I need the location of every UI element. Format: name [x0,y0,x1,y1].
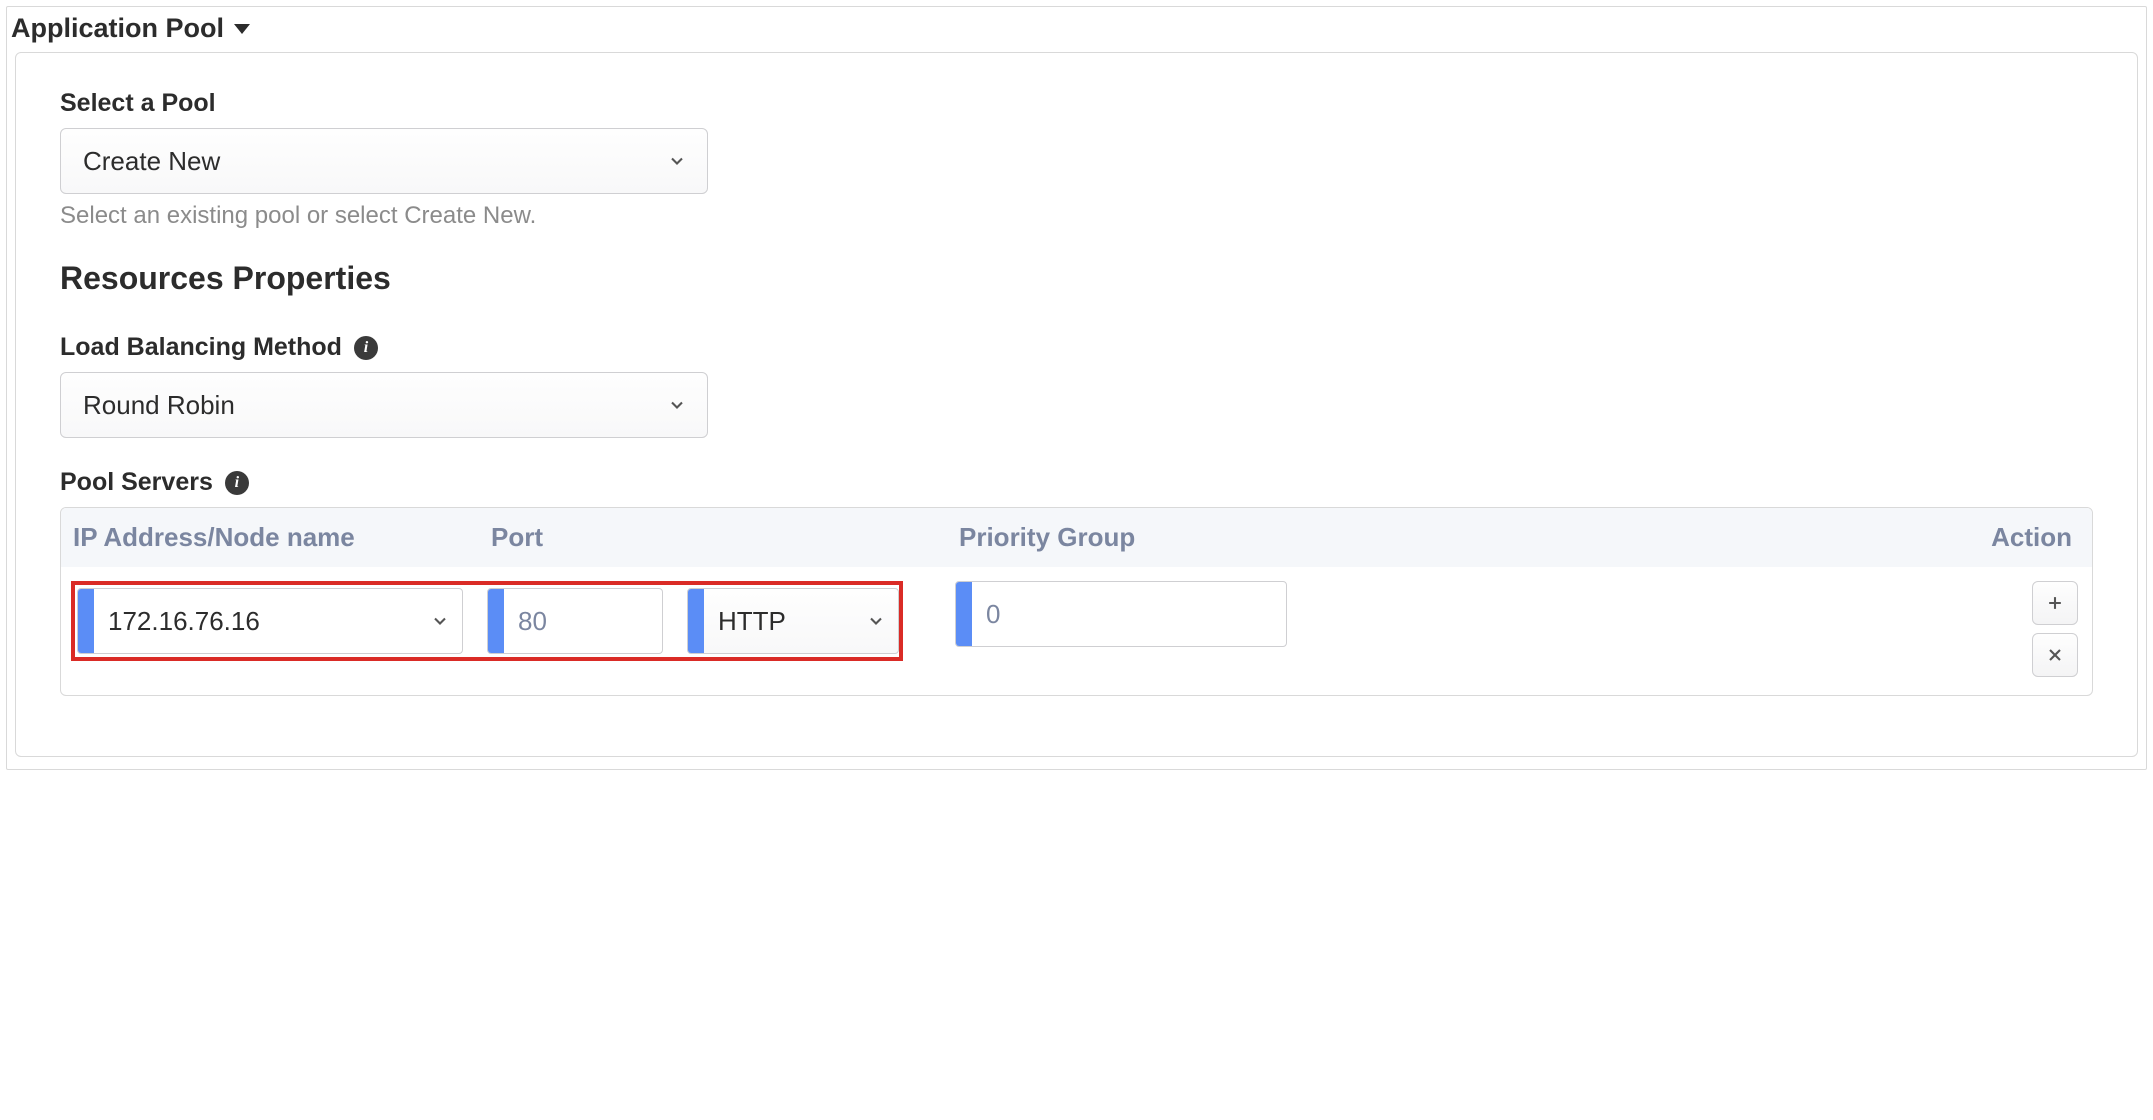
chevron-down-icon [418,611,462,631]
protocol-dropdown[interactable]: HTTP [687,588,899,654]
ip-address-input[interactable]: 172.16.76.16 [77,588,463,654]
col-action: Action [1347,522,2082,553]
col-ip: IP Address/Node name [71,522,491,553]
priority-group-input[interactable]: 0 [955,581,1287,647]
load-balancing-label: Load Balancing Method i [60,333,2093,362]
input-stripe [78,589,94,653]
port-input[interactable]: 80 [487,588,663,654]
highlighted-group: 172.16.76.16 80 HTTP [71,581,903,661]
table-header: IP Address/Node name Port Priority Group… [61,508,2092,567]
input-stripe [688,589,704,653]
col-port: Port [491,522,959,553]
table-row: 172.16.76.16 80 HTTP [61,567,2092,695]
ip-value: 172.16.76.16 [94,606,418,637]
priority-value: 0 [972,599,1286,630]
input-stripe [956,582,972,646]
info-icon[interactable]: i [225,471,249,495]
select-pool-label: Select a Pool [60,89,2093,118]
action-buttons [2032,581,2082,677]
section-title: Application Pool [11,13,224,44]
select-pool-value: Create New [83,146,220,177]
pool-servers-label: Pool Servers i [60,468,2093,497]
chevron-down-icon [667,395,687,415]
caret-down-icon [234,24,250,34]
remove-row-button[interactable] [2032,633,2078,677]
load-balancing-value: Round Robin [83,390,235,421]
info-icon[interactable]: i [354,336,378,360]
chevron-down-icon [667,151,687,171]
port-value: 80 [504,606,662,637]
select-pool-dropdown[interactable]: Create New [60,128,708,194]
resources-properties-heading: Resources Properties [60,260,2093,297]
pool-servers-table: IP Address/Node name Port Priority Group… [60,507,2093,696]
protocol-value: HTTP [704,606,854,637]
input-stripe [488,589,504,653]
chevron-down-icon [854,611,898,631]
col-priority: Priority Group [959,522,1347,553]
application-pool-panel: Select a Pool Create New Select an exist… [15,52,2138,757]
select-pool-help: Select an existing pool or select Create… [60,202,2093,230]
add-row-button[interactable] [2032,581,2078,625]
section-header[interactable]: Application Pool [7,7,2146,52]
load-balancing-dropdown[interactable]: Round Robin [60,372,708,438]
